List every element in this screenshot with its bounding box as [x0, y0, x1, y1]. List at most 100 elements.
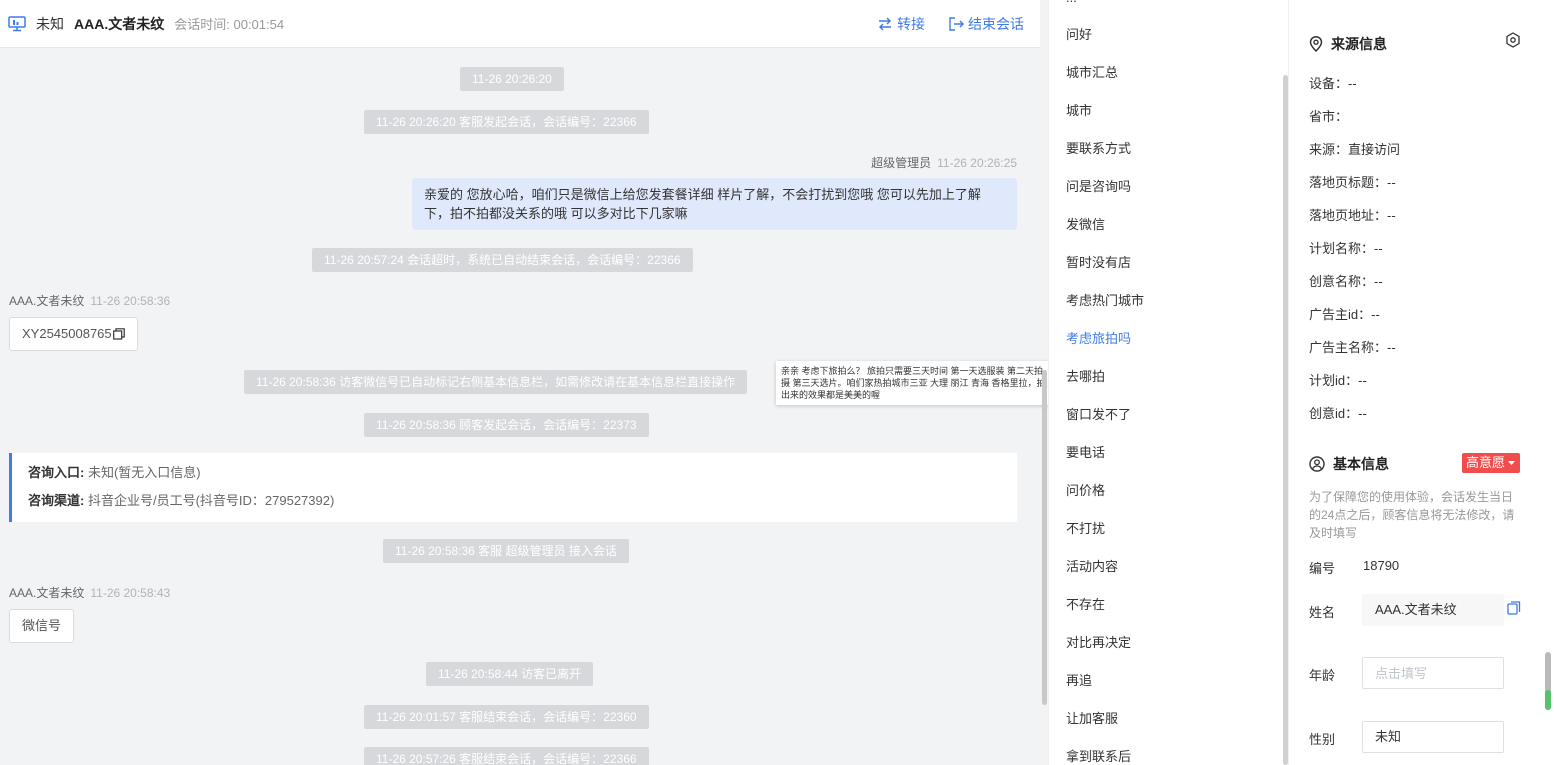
caret-down-icon [1508, 461, 1516, 465]
visitor-message-text: XY2545008765 [22, 326, 112, 341]
agent-name: 超级管理员 [871, 156, 932, 170]
visitor-msg-time: 11-26 20:58:43 [90, 586, 171, 600]
id-value: 18790 [1363, 558, 1400, 573]
quick-reply-item[interactable]: 拿到联系后 [1066, 746, 1131, 765]
age-input[interactable] [1362, 657, 1504, 689]
consult-channel-row: 咨询渠道: 抖音企业号/员工号(抖音号ID：279527392) [28, 491, 1001, 519]
id-label: 编号 [1309, 561, 1336, 576]
end-session-label: 结束会话 [968, 16, 1024, 32]
quick-reply-item[interactable]: 活动内容 [1066, 556, 1118, 575]
plan-id-info: 计划id：-- [1309, 373, 1367, 388]
intent-badge-label: 高意愿 [1466, 455, 1506, 470]
gender-label: 性别 [1309, 732, 1336, 747]
quick-reply-item[interactable]: 城市 [1066, 100, 1092, 119]
quick-reply-item[interactable]: 城市汇总 [1066, 62, 1118, 81]
session-time-label: 会话时间: [174, 17, 230, 32]
quick-reply-item[interactable]: 考虑热门城市 [1066, 290, 1144, 309]
advertiser-name-info: 广告主名称：-- [1309, 340, 1396, 355]
consult-channel-label: 咨询渠道: [28, 493, 85, 508]
copy-icon[interactable] [1507, 601, 1521, 618]
chat-header: 未知 AAA.文者未纹 会话时间: 00:01:54 转接 结束会话 [0, 0, 1040, 48]
exit-icon [949, 17, 964, 31]
agent-message-time: 11-26 20:26:25 [937, 156, 1017, 170]
age-label: 年龄 [1309, 668, 1336, 683]
visitor-message-bubble: XY2545008765 [9, 317, 138, 351]
transfer-button[interactable]: 转接 [877, 14, 925, 34]
consult-info-card: 咨询入口: 未知(暂无入口信息) 咨询渠道: 抖音企业号/员工号(抖音号ID：2… [9, 453, 1017, 522]
chat-panel: 未知 AAA.文者未纹 会话时间: 00:01:54 转接 结束会话 11-26… [0, 0, 1048, 765]
system-message: 11-26 20:58:44 访客已离开 [426, 662, 594, 686]
plan-name-info: 计划名称：-- [1309, 241, 1383, 256]
quick-reply-item[interactable]: 去哪拍 [1066, 366, 1105, 385]
visitor-msg-name: AAA.文者未纹 [9, 294, 85, 308]
quick-reply-item[interactable]: 不打扰 [1066, 518, 1105, 537]
swap-icon [879, 17, 891, 31]
consult-channel-value: 抖音企业号/员工号(抖音号ID：279527392) [87, 493, 335, 508]
visitor-message-meta: AAA.文者未纹 11-26 20:58:43 [9, 584, 170, 601]
system-message: 11-26 20:57:24 会话超时，系统已自动结束会话，会话编号：22366 [312, 248, 693, 272]
province-info: 省市： [1309, 109, 1349, 124]
visitor-message-meta: AAA.文者未纹 11-26 20:58:36 [9, 292, 170, 309]
visitor-msg-name: AAA.文者未纹 [9, 586, 85, 600]
monitor-icon [8, 15, 26, 33]
visitor-message-bubble: 微信号 [9, 609, 75, 643]
consult-entry-row: 咨询入口: 未知(暂无入口信息) [28, 463, 1001, 491]
creative-name-info: 创意名称：-- [1309, 274, 1383, 289]
consult-entry-value: 未知(暂无入口信息) [87, 465, 201, 480]
agent-message-meta: 超级管理员 11-26 20:26:25 [871, 154, 1017, 171]
info-scrollbar-indicator [1545, 690, 1551, 710]
visitor-info-panel: 来源信息 设备：-- 省市： 来源：直接访问 落地页标题：-- 落地页地址：--… [1288, 0, 1554, 765]
system-message: 11-26 20:57:26 客服结束会话，会话编号：22366 [364, 747, 649, 765]
quick-reply-item[interactable]: 发微信 [1066, 214, 1105, 233]
quick-reply-item[interactable]: 问价格 [1066, 480, 1105, 499]
source-info-title-text: 来源信息 [1331, 36, 1387, 52]
copy-icon[interactable] [112, 328, 125, 340]
quick-reply-item[interactable]: 问是咨询吗 [1066, 176, 1131, 195]
origin-info: 来源：直接访问 [1309, 142, 1401, 157]
visitor-msg-time: 11-26 20:58:36 [90, 294, 171, 308]
transfer-label: 转接 [897, 16, 925, 32]
source-info-title: 来源信息 [1309, 34, 1387, 54]
quick-reply-item[interactable]: 让加客服 [1066, 708, 1118, 727]
quick-reply-item-active[interactable]: 考虑旅拍吗 [1066, 328, 1131, 347]
basic-info-title: 基本信息 [1309, 454, 1389, 474]
system-message: 11-26 20:58:36 客服 超级管理员 接入会话 [383, 539, 629, 563]
end-session-button[interactable]: 结束会话 [949, 14, 1024, 34]
quick-reply-item[interactable]: 不存在 [1066, 594, 1105, 613]
creative-id-info: 创意id：-- [1309, 406, 1367, 421]
quick-reply-item[interactable]: 对比再决定 [1066, 632, 1131, 651]
chat-scrollbar[interactable] [1042, 370, 1047, 705]
landing-title-info: 落地页标题：-- [1309, 175, 1396, 190]
location-icon [1309, 36, 1323, 52]
advertiser-id-info: 广告主id：-- [1309, 307, 1380, 322]
system-message: 11-26 20:58:36 顾客发起会话，会话编号：22373 [364, 413, 649, 437]
agent-message-bubble: 亲爱的 您放心哈，咱们只是微信上给您发套餐详细 样片了解，不会打扰到您哦 您可以… [412, 178, 1017, 230]
quick-reply-item[interactable]: 要联系方式 [1066, 138, 1131, 157]
quick-reply-tooltip: 亲亲 考虑下旅拍么？ 旅拍只需要三天时间 第一天选服装 第二天拍摄 第三天选片。… [776, 361, 1048, 405]
system-message: 11-26 20:01:57 客服结束会话，会话编号：22360 [364, 705, 649, 729]
edit-deadline-note: 为了保障您的使用体验，会话发生当日的24点之后，顾客信息将无法修改，请及时填写 [1309, 490, 1515, 540]
quick-reply-item-partial[interactable]: ... [1066, 0, 1077, 5]
device-info: 设备：-- [1309, 76, 1357, 91]
name-label: 姓名 [1309, 605, 1336, 620]
session-time-value: 00:01:54 [233, 17, 285, 32]
intent-badge-dropdown[interactable]: 高意愿 [1462, 453, 1521, 473]
quick-reply-item[interactable]: 要电话 [1066, 442, 1105, 461]
landing-url-info: 落地页地址：-- [1309, 208, 1396, 223]
quick-reply-item[interactable]: 暂时没有店 [1066, 252, 1131, 271]
message-list[interactable]: 11-26 20:26:20 11-26 20:26:20 客服发起会话，会话编… [0, 48, 1048, 765]
quick-reply-item[interactable]: 窗口发不了 [1066, 404, 1131, 423]
name-field[interactable]: AAA.文者未纹 [1362, 594, 1504, 626]
gender-select[interactable]: 未知 [1362, 721, 1504, 753]
user-circle-icon [1309, 456, 1325, 472]
consult-entry-label: 咨询入口: [28, 465, 85, 480]
quick-reply-item[interactable]: 问好 [1066, 24, 1092, 43]
session-time: 会话时间: 00:01:54 [174, 14, 284, 33]
system-message: 11-26 20:26:20 客服发起会话，会话编号：22366 [364, 110, 649, 134]
quick-reply-panel: ... 问好 城市汇总 城市 要联系方式 问是咨询吗 发微信 暂时没有店 考虑热… [1048, 0, 1288, 765]
basic-info-title-text: 基本信息 [1333, 456, 1389, 472]
quick-reply-item[interactable]: 再追 [1066, 670, 1092, 689]
system-message: 11-26 20:26:20 [460, 67, 564, 91]
settings-icon[interactable] [1505, 32, 1521, 51]
visitor-source: 未知 [36, 15, 64, 32]
